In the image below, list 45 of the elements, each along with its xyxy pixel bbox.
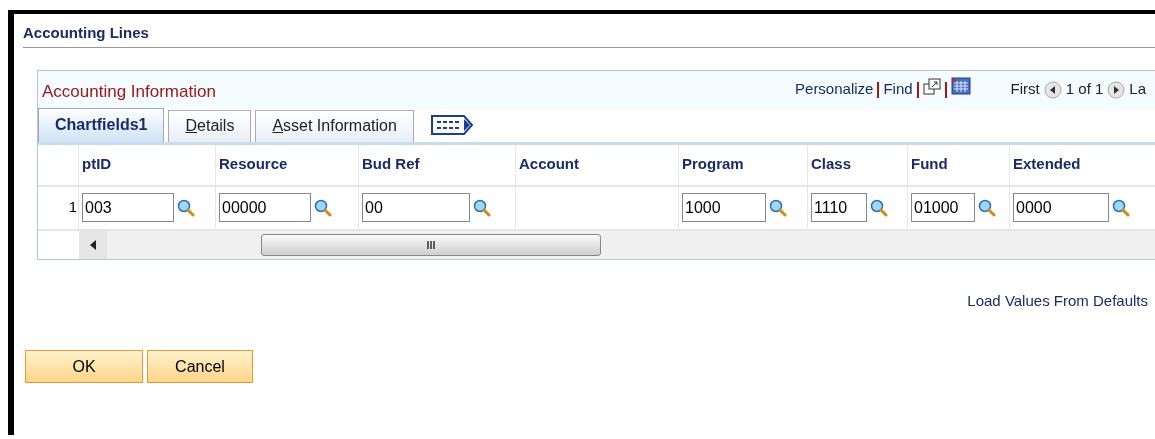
search-icon[interactable] [177, 198, 195, 217]
column-header: Class [811, 154, 852, 175]
left-arrow-icon [90, 239, 96, 250]
search-icon[interactable] [1112, 198, 1130, 217]
chartfield-input[interactable]: 1110 [811, 193, 867, 222]
tab[interactable]: Asset Information [255, 109, 414, 142]
search-icon[interactable] [314, 198, 332, 217]
show-all-tabs-icon[interactable] [429, 113, 474, 136]
search-icon[interactable] [769, 198, 787, 217]
toolbar-link[interactable]: Find [883, 78, 913, 101]
column-header: Resource [219, 154, 288, 175]
new-window-icon[interactable] [922, 77, 941, 96]
last-label[interactable]: La [1129, 78, 1146, 101]
column-header: Account [519, 154, 579, 175]
scroll-left-button[interactable] [79, 230, 107, 259]
grip-icon [426, 240, 436, 249]
column-header: ptID [82, 154, 112, 175]
chartfield-input[interactable]: 1000 [682, 193, 766, 222]
previous-icon[interactable] [1043, 80, 1062, 99]
chartfield-input[interactable]: 01000 [911, 193, 975, 222]
chartfield-input[interactable]: 003 [82, 193, 174, 222]
search-icon[interactable] [870, 198, 888, 217]
grid-title: Accounting Information [42, 80, 216, 103]
chartfield-input[interactable]: 00 [362, 193, 470, 222]
next-icon[interactable] [1107, 80, 1126, 99]
column-header: Extended [1013, 154, 1081, 175]
column-header: Program [682, 154, 744, 175]
search-icon[interactable] [473, 198, 491, 217]
column-header: Fund [911, 154, 948, 175]
chartfield-input[interactable]: 00000 [219, 193, 311, 222]
search-icon[interactable] [978, 198, 996, 217]
chartfield-input[interactable]: 0000 [1013, 193, 1109, 222]
spreadsheet-icon[interactable] [950, 76, 971, 95]
tab[interactable]: Details [168, 109, 252, 142]
toolbar-link[interactable]: Personalize [795, 78, 874, 101]
load-defaults-link[interactable]: Load Values From Defaults [967, 289, 1148, 312]
column-header: Bud Ref [362, 154, 420, 175]
page-count: 1 of 1 [1065, 79, 1104, 100]
action-button[interactable]: Cancel [147, 350, 253, 383]
first-label[interactable]: First [1010, 78, 1040, 101]
action-button[interactable]: OK [25, 350, 143, 383]
row-number: 1 [68, 197, 77, 218]
scrollbar-thumb[interactable] [261, 233, 601, 256]
page-title: Accounting Lines [23, 22, 1155, 48]
tab[interactable]: Chartfields1 [38, 107, 165, 142]
